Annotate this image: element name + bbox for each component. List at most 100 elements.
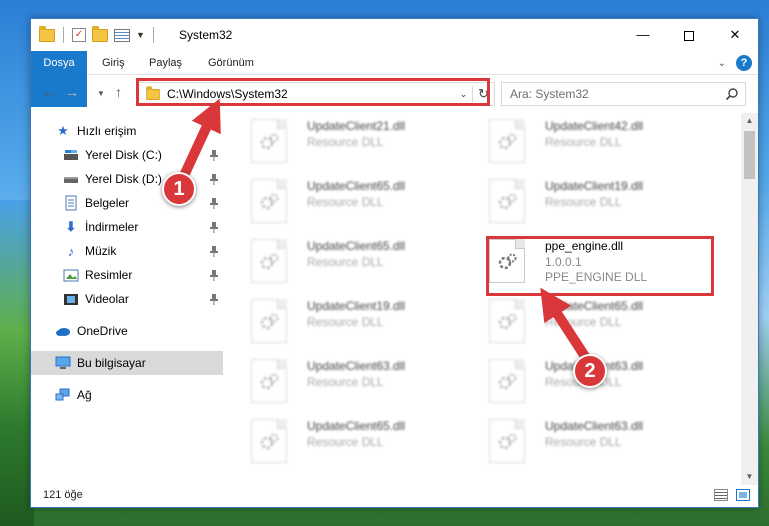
window-title: System32 xyxy=(179,28,233,42)
file-item[interactable]: UpdateClient63.dll Resource DLL xyxy=(475,413,705,469)
file-name: UpdateClient63.dll xyxy=(307,359,406,373)
drive-icon xyxy=(63,171,79,187)
pin-icon[interactable] xyxy=(209,149,219,161)
file-description: Resource DLL xyxy=(307,135,384,149)
file-item[interactable]: UpdateClient65.dll Resource DLL xyxy=(237,173,467,229)
file-item[interactable]: UpdateClient63.dll Resource DLL xyxy=(237,353,467,409)
pin-icon[interactable] xyxy=(209,221,219,233)
back-arrow-icon[interactable]: ← xyxy=(41,84,55,100)
pin-icon[interactable] xyxy=(209,245,219,257)
pictures-icon xyxy=(63,267,79,283)
pin-icon[interactable] xyxy=(209,269,219,281)
file-item[interactable]: UpdateClient65.dll Resource DLL xyxy=(237,413,467,469)
music-icon: ♪ xyxy=(67,243,75,259)
callout-badge-1: 1 xyxy=(162,172,196,206)
quick-access-toolbar: ✓ ▼ xyxy=(39,25,156,43)
computer-icon xyxy=(55,355,71,371)
file-description: Resource DLL xyxy=(545,435,622,449)
close-button[interactable]: ✕ xyxy=(712,19,758,51)
cloud-icon xyxy=(55,323,71,339)
properties-icon[interactable] xyxy=(114,28,130,42)
recent-locations-dropdown-icon[interactable]: ▼ xyxy=(97,89,105,98)
file-description: Resource DLL xyxy=(545,195,622,209)
sidebar-item-downloads[interactable]: ⬇ İndirmeler xyxy=(31,215,223,239)
search-icon[interactable] xyxy=(725,87,739,101)
divider xyxy=(152,27,154,43)
file-name: UpdateClient19.dll xyxy=(307,299,406,313)
sidebar-item-label: Videolar xyxy=(85,292,129,306)
details-view-icon[interactable] xyxy=(714,489,728,501)
pin-icon[interactable] xyxy=(209,293,219,305)
scroll-up-icon[interactable]: ▲ xyxy=(741,113,758,129)
file-description: Resource DLL xyxy=(307,195,384,209)
gear-icon xyxy=(498,313,517,330)
file-name: UpdateClient63.dll xyxy=(545,419,644,433)
file-name: UpdateClient65.dll xyxy=(545,299,644,313)
tab-home[interactable]: Giriş xyxy=(91,51,136,75)
sidebar-item-label: OneDrive xyxy=(77,324,128,338)
tab-share[interactable]: Paylaş xyxy=(138,51,193,75)
sidebar-item-videos[interactable]: Videolar xyxy=(31,287,223,311)
address-highlight-box xyxy=(136,78,490,106)
forward-arrow-icon[interactable]: → xyxy=(65,84,79,100)
tiles-view-icon[interactable] xyxy=(736,489,750,501)
sidebar-item-onedrive[interactable]: OneDrive xyxy=(31,319,223,343)
callout-badge-2: 2 xyxy=(573,354,607,388)
file-name: UpdateClient19.dll xyxy=(545,179,644,193)
folder-icon xyxy=(39,25,55,42)
sidebar-item-label: Yerel Disk (D:) xyxy=(85,172,162,186)
file-item[interactable]: UpdateClient42.dll Resource DLL xyxy=(475,113,705,169)
file-item[interactable]: UpdateClient65.dll Resource DLL xyxy=(475,293,705,349)
sidebar-item-this-pc[interactable]: Bu bilgisayar xyxy=(31,351,223,375)
gear-icon xyxy=(260,313,279,330)
new-folder-icon[interactable] xyxy=(92,25,108,42)
scroll-down-icon[interactable]: ▼ xyxy=(741,469,758,485)
properties-check-icon[interactable]: ✓ xyxy=(72,28,86,42)
sidebar-item-label: Yerel Disk (C:) xyxy=(85,148,162,162)
documents-icon xyxy=(63,195,79,211)
gear-icon xyxy=(498,373,517,390)
minimize-button[interactable]: — xyxy=(620,19,666,51)
file-description: Resource DLL xyxy=(545,135,622,149)
file-description: Resource DLL xyxy=(307,315,384,329)
search-box[interactable] xyxy=(501,82,746,106)
help-icon[interactable]: ? xyxy=(736,55,752,71)
gear-icon xyxy=(260,133,279,150)
sidebar-item-local-disk-c[interactable]: Yerel Disk (C:) xyxy=(31,143,223,167)
sidebar-item-network[interactable]: Ağ xyxy=(31,383,223,407)
maximize-button[interactable] xyxy=(666,19,712,51)
pin-icon[interactable] xyxy=(209,173,219,185)
close-icon: ✕ xyxy=(729,27,741,42)
sidebar-item-label: İndirmeler xyxy=(85,220,139,234)
minimize-icon: — xyxy=(636,27,650,42)
download-icon: ⬇ xyxy=(65,219,77,234)
status-bar: 121 öğe xyxy=(31,485,758,507)
sidebar-item-label: Bu bilgisayar xyxy=(77,356,146,370)
sidebar-item-pictures[interactable]: Resimler xyxy=(31,263,223,287)
ribbon-tabs: Dosya Giriş Paylaş Görünüm ⌄ ? xyxy=(31,51,758,107)
file-highlight-box xyxy=(486,236,714,296)
divider xyxy=(63,27,64,43)
tab-view[interactable]: Görünüm xyxy=(197,51,265,75)
file-item[interactable]: UpdateClient65.dll Resource DLL xyxy=(237,233,467,289)
ribbon-controls: ⌄ ? xyxy=(718,55,752,71)
scroll-thumb[interactable] xyxy=(744,131,755,179)
customize-dropdown-icon[interactable]: ▼ xyxy=(136,30,145,40)
file-item[interactable]: UpdateClient19.dll Resource DLL xyxy=(237,293,467,349)
sidebar-item-quick-access[interactable]: ★ Hızlı erişim xyxy=(31,119,223,143)
pin-icon[interactable] xyxy=(209,197,219,209)
star-icon: ★ xyxy=(57,123,69,138)
search-input[interactable] xyxy=(510,83,720,105)
navigation-pane: ★ Hızlı erişim Yerel Disk (C:) Yerel Dis… xyxy=(31,113,225,475)
gear-icon xyxy=(260,193,279,210)
vertical-scrollbar[interactable]: ▲ ▼ xyxy=(741,113,758,485)
view-switcher xyxy=(714,489,750,501)
file-item[interactable]: UpdateClient19.dll Resource DLL xyxy=(475,173,705,229)
chevron-down-icon[interactable]: ⌄ xyxy=(718,58,726,69)
sidebar-item-music[interactable]: ♪ Müzik xyxy=(31,239,223,263)
gear-icon xyxy=(260,433,279,450)
file-item[interactable]: UpdateClient21.dll Resource DLL xyxy=(237,113,467,169)
file-name: UpdateClient65.dll xyxy=(307,419,406,433)
gear-icon xyxy=(498,193,517,210)
up-arrow-icon[interactable]: ↑ xyxy=(115,84,122,100)
